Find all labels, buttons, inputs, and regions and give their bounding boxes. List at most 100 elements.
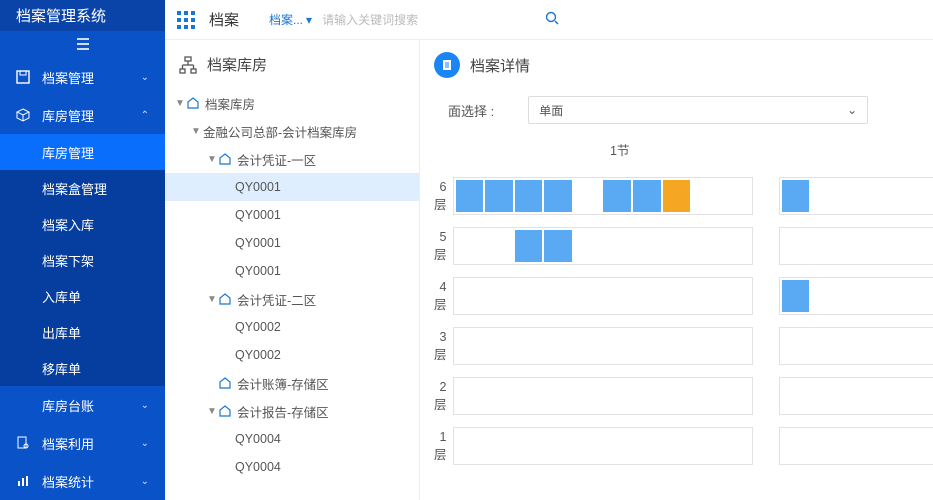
shelf-cell[interactable] [722,380,750,412]
shelf-cell[interactable] [633,380,661,412]
sidebar-item-utilize[interactable]: 档案利用 ⌄ [0,424,165,462]
shelf-cell[interactable] [574,380,602,412]
shelf-cell[interactable] [574,430,602,462]
shelf-cell[interactable] [515,180,543,212]
shelf-cell[interactable] [633,230,661,262]
shelf-cell[interactable] [811,180,839,212]
shelf-cell[interactable] [574,330,602,362]
sidebar-collapse-button[interactable] [0,31,165,58]
shelf-cell[interactable] [841,430,869,462]
tree-node[interactable]: ▼会计报告-存储区 [165,397,419,425]
shelf-cell[interactable] [900,330,928,362]
shelf-cell[interactable] [663,180,691,212]
shelf-cell[interactable] [811,430,839,462]
sidebar-item-stats[interactable]: 档案统计 ⌄ [0,462,165,500]
sidebar-item-warehouse-mgmt[interactable]: 库房管理 ⌃ [0,96,165,134]
tree-node[interactable]: QY0001 [165,201,419,229]
shelf-cell[interactable] [900,180,928,212]
shelf-cell[interactable] [603,230,631,262]
search-scope-select[interactable]: 档案...▾ [263,7,318,32]
shelf-cell[interactable] [841,280,869,312]
shelf-cell[interactable] [722,280,750,312]
apps-grid-icon[interactable] [177,11,195,29]
shelf-cell[interactable] [633,280,661,312]
tree-node[interactable]: QY0002 [165,313,419,341]
tree-node[interactable]: QY0001 [165,173,419,201]
shelf-cell[interactable] [456,430,484,462]
shelf-cell[interactable] [782,230,810,262]
shelf-cell[interactable] [544,380,572,412]
shelf-cell[interactable] [485,230,513,262]
shelf-cell[interactable] [456,280,484,312]
shelf-cell[interactable] [485,280,513,312]
shelf-cell[interactable] [692,280,720,312]
tree-node[interactable]: QY0004 [165,425,419,453]
shelf-cell[interactable] [811,330,839,362]
shelf-cell[interactable] [515,280,543,312]
shelf-cell[interactable] [900,280,928,312]
shelf-cell[interactable] [841,330,869,362]
shelf-cell[interactable] [544,330,572,362]
shelf-cell[interactable] [782,280,810,312]
shelf-cell[interactable] [633,330,661,362]
shelf-cell[interactable] [841,180,869,212]
shelf-cell[interactable] [782,330,810,362]
shelf-cell[interactable] [929,280,933,312]
shelf-cell[interactable] [456,380,484,412]
shelf-cell[interactable] [603,330,631,362]
shelf-cell[interactable] [929,430,933,462]
shelf-cell[interactable] [841,380,869,412]
shelf-cell[interactable] [603,380,631,412]
shelf-cell[interactable] [663,380,691,412]
shelf-cell[interactable] [782,430,810,462]
shelf-cell[interactable] [692,430,720,462]
shelf-cell[interactable] [811,280,839,312]
shelf-cell[interactable] [722,230,750,262]
shelf-cell[interactable] [722,430,750,462]
tree-node[interactable]: QY0001 [165,257,419,285]
sidebar-item-archive-mgmt[interactable]: 档案管理 ⌄ [0,58,165,96]
shelf-cell[interactable] [603,280,631,312]
shelf-cell[interactable] [722,180,750,212]
tree-node[interactable]: QY0001 [165,229,419,257]
shelf-cell[interactable] [515,230,543,262]
search-input[interactable] [318,7,541,33]
shelf-cell[interactable] [485,330,513,362]
search-button[interactable] [541,7,563,32]
submenu-item-move-order[interactable]: 移库单 [0,350,165,386]
shelf-cell[interactable] [574,280,602,312]
shelf-cell[interactable] [929,380,933,412]
shelf-cell[interactable] [692,330,720,362]
sidebar-item-ledger[interactable]: 库房台账 ⌄ [0,386,165,424]
shelf-cell[interactable] [603,430,631,462]
shelf-cell[interactable] [663,230,691,262]
shelf-cell[interactable] [870,280,898,312]
shelf-cell[interactable] [663,330,691,362]
shelf-cell[interactable] [870,230,898,262]
shelf-cell[interactable] [456,330,484,362]
shelf-cell[interactable] [870,380,898,412]
submenu-item-offshelf[interactable]: 档案下架 [0,242,165,278]
shelf-cell[interactable] [485,180,513,212]
submenu-item-box-mgmt[interactable]: 档案盒管理 [0,170,165,206]
submenu-item-warehouse-mgmt[interactable]: 库房管理 [0,134,165,170]
shelf-cell[interactable] [485,430,513,462]
shelf-cell[interactable] [692,180,720,212]
shelf-cell[interactable] [782,380,810,412]
shelf-cell[interactable] [900,230,928,262]
shelf-cell[interactable] [811,230,839,262]
tree-node[interactable]: 会计账簿-存储区 [165,369,419,397]
shelf-cell[interactable] [692,230,720,262]
shelf-cell[interactable] [870,330,898,362]
shelf-cell[interactable] [515,380,543,412]
shelf-cell[interactable] [782,180,810,212]
shelf-cell[interactable] [811,380,839,412]
shelf-cell[interactable] [722,330,750,362]
shelf-cell[interactable] [692,380,720,412]
shelf-cell[interactable] [633,430,661,462]
tree-node[interactable]: QY0002 [165,341,419,369]
shelf-cell[interactable] [574,230,602,262]
shelf-cell[interactable] [544,430,572,462]
shelf-cell[interactable] [900,430,928,462]
face-select[interactable]: 单面 ⌄ [528,96,868,124]
